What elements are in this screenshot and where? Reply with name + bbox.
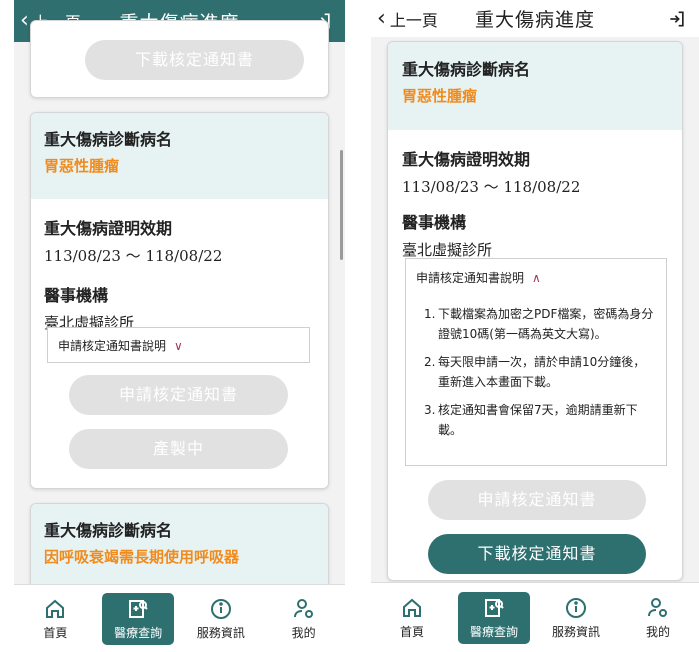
- tab-label: 醫療查詢: [469, 624, 518, 639]
- tab-mine[interactable]: 我的: [268, 593, 340, 645]
- diagnosis-name: 胃惡性腫瘤: [402, 87, 478, 105]
- tab-mine[interactable]: 我的: [622, 592, 694, 644]
- list-item: 3. 核定通知書會保留7天，逾期請重新下載。: [424, 403, 638, 437]
- tab-medical-search[interactable]: 醫療查詢: [102, 592, 175, 645]
- diagnosis-name: 因呼吸衰竭需長期使用呼吸器: [44, 548, 240, 566]
- list-item: 2. 每天限申請一次，請於申請10分鐘後，重新進入本畫面下載。: [424, 355, 646, 389]
- card-head: 重大傷病診斷病名 胃惡性腫瘤: [31, 113, 328, 199]
- tab-label: 服務資訊: [196, 625, 245, 640]
- tab-medical-search[interactable]: 醫療查詢: [458, 591, 530, 644]
- diag-label: 重大傷病診斷病名: [402, 60, 531, 79]
- list-item: 1. 下載檔案為加密之PDF檔案，密碼為身分證號10碼(第一碼為英文大寫)。: [424, 307, 654, 341]
- tab-service-info[interactable]: 服務資訊: [185, 593, 257, 645]
- chevron-left-icon: ‹: [377, 5, 386, 31]
- right-screen: ‹ 上一頁 重大傷病進度 重大傷病診斷病名 胃惡性腫瘤 重大傷病證明效期 113…: [371, 0, 699, 652]
- bottom-tab-bar: 首頁 醫療查詢 服務資訊 我的: [371, 582, 699, 652]
- info-icon: [566, 597, 586, 618]
- tab-label: 醫療查詢: [114, 625, 163, 640]
- tab-service-info[interactable]: 服務資訊: [540, 592, 612, 644]
- tab-label: 我的: [645, 624, 670, 639]
- logout-icon[interactable]: [667, 9, 687, 29]
- chevron-left-icon: ‹: [20, 8, 29, 33]
- valid-period: 113/08/23 ～ 118/08/22: [402, 178, 581, 196]
- explain-panel[interactable]: 申請核定通知書說明 ∧ 1. 下載檔案為加密之PDF檔案，密碼為身分證號10碼(第…: [405, 258, 667, 466]
- user-settings-icon: [293, 598, 313, 618]
- explain-toggle-label: 申請核定通知書說明: [58, 339, 167, 353]
- diagnosis-name: 胃惡性腫瘤: [44, 157, 120, 175]
- home-icon: [403, 598, 421, 617]
- left-screen: ‹ 上一頁 重大傷病進度 下載核定通知書 重大傷病診斷病名 胃惡性腫瘤 重大傷病…: [14, 0, 345, 652]
- explain-toggle-label: 申請核定通知書說明: [416, 271, 525, 285]
- home-icon: [46, 599, 65, 618]
- bottom-tab-bar: 首頁 醫療查詢 服務資訊 我的: [14, 584, 345, 652]
- chevron-down-icon: ∨: [174, 338, 183, 353]
- tab-label: 我的: [291, 625, 316, 640]
- download-notice-button[interactable]: 下載核定通知書: [85, 40, 304, 80]
- download-notice-button[interactable]: 下載核定通知書: [428, 534, 646, 574]
- apply-notice-button[interactable]: 申請核定通知書: [69, 375, 288, 415]
- valid-label: 重大傷病證明效期: [402, 150, 531, 169]
- medical-search-icon: [485, 598, 504, 617]
- producing-button[interactable]: 產製中: [69, 429, 288, 469]
- user-settings-icon: [648, 597, 667, 617]
- explain-dropdown[interactable]: 申請核定通知書說明 ∨: [47, 327, 310, 363]
- disease-card-1: 下載核定通知書: [30, 20, 329, 98]
- tab-home[interactable]: 首頁: [19, 593, 91, 645]
- tab-label: 首頁: [43, 625, 68, 640]
- back-label: 上一頁: [389, 10, 438, 30]
- hospital-label: 醫事機構: [402, 213, 467, 232]
- tab-label: 首頁: [399, 624, 424, 639]
- hospital-name: 臺北虛擬診所: [402, 241, 493, 259]
- tab-label: 服務資訊: [551, 624, 600, 639]
- back-button[interactable]: ‹ 上一頁: [371, 7, 438, 31]
- valid-period: 113/08/23 ～ 118/08/22: [44, 247, 223, 265]
- chevron-up-icon: ∧: [532, 270, 541, 285]
- app-header: ‹ 上一頁 重大傷病進度: [371, 0, 699, 37]
- card-head: 重大傷病診斷病名 胃惡性腫瘤: [388, 42, 682, 130]
- tab-home[interactable]: 首頁: [376, 592, 448, 644]
- valid-label: 重大傷病證明效期: [44, 219, 173, 238]
- explain-list: 1. 下載檔案為加密之PDF檔案，密碼為身分證號10碼(第一碼為英文大寫)。 2.…: [406, 304, 666, 456]
- hospital-label: 醫事機構: [44, 286, 109, 305]
- info-icon: [210, 598, 231, 619]
- scrollbar[interactable]: [340, 150, 343, 260]
- apply-notice-button[interactable]: 申請核定通知書: [428, 480, 646, 520]
- disease-card-2: 重大傷病診斷病名 胃惡性腫瘤 重大傷病證明效期 113/08/23 ～ 118/…: [30, 112, 329, 489]
- diag-label: 重大傷病診斷病名: [44, 521, 173, 540]
- disease-card: 重大傷病診斷病名 胃惡性腫瘤 重大傷病證明效期 113/08/23 ～ 118/…: [387, 41, 683, 581]
- medical-search-icon: [129, 599, 148, 618]
- diag-label: 重大傷病診斷病名: [44, 130, 173, 149]
